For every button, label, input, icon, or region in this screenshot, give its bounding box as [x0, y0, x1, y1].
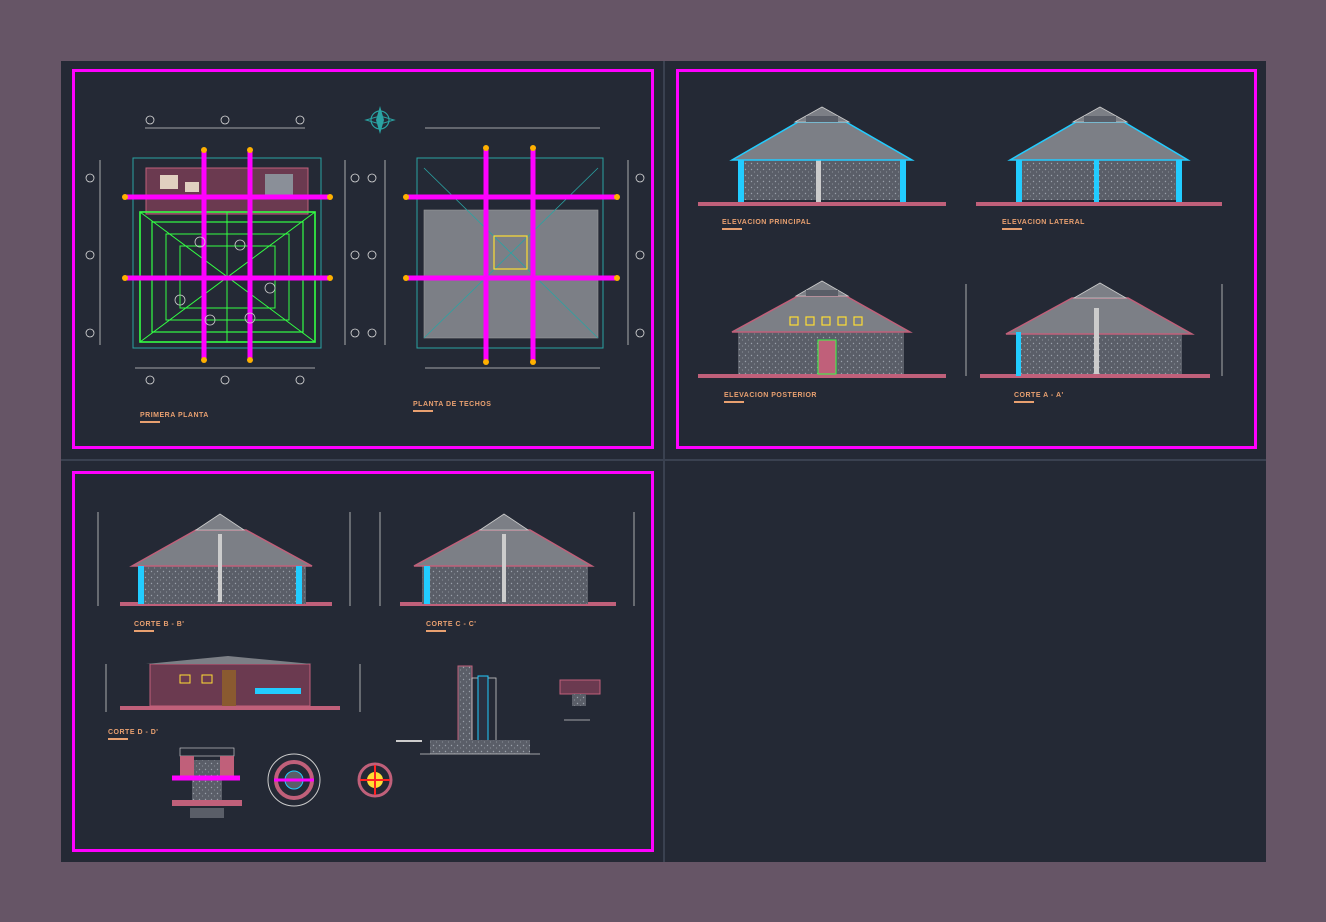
label-underline — [108, 738, 128, 740]
label-corte-b-b: CORTE B - B' — [134, 621, 185, 628]
label-corte-c-c: CORTE C - C' — [426, 621, 477, 628]
label-underline — [426, 630, 446, 632]
elevation-posterior — [698, 280, 946, 378]
label-elevacion-lateral: ELEVACION LATERAL — [1002, 219, 1085, 226]
detail-circular-column — [267, 753, 321, 807]
label-underline — [724, 401, 744, 403]
label-elevacion-posterior: ELEVACION POSTERIOR — [724, 392, 817, 399]
label-elevacion-principal: ELEVACION PRINCIPAL — [722, 219, 811, 226]
label-underline — [140, 421, 160, 423]
north-arrow — [364, 106, 396, 134]
section-d-d — [105, 656, 361, 712]
label-underline — [413, 410, 433, 412]
roof-plan — [367, 127, 645, 369]
detail-1 — [172, 747, 242, 818]
detail-wall-section — [396, 665, 540, 755]
floor-plan — [85, 115, 360, 385]
elevation-principal — [698, 106, 946, 206]
section-c-c — [379, 512, 635, 606]
section-a-a — [965, 282, 1223, 378]
label-underline — [134, 630, 154, 632]
elevation-lateral — [976, 106, 1222, 206]
label-underline — [1014, 401, 1034, 403]
drawing-graphics — [85, 106, 1223, 818]
section-b-b — [97, 512, 351, 606]
label-corte-d-d: CORTE D - D' — [108, 729, 159, 736]
detail-small — [559, 679, 601, 721]
label-planta-techos: PLANTA DE TECHOS — [413, 401, 492, 408]
detail-column-cross — [357, 762, 393, 798]
label-underline — [722, 228, 742, 230]
label-corte-a-a: CORTE A - A' — [1014, 392, 1064, 399]
label-underline — [1002, 228, 1022, 230]
label-primera-planta: PRIMERA PLANTA — [140, 412, 209, 419]
